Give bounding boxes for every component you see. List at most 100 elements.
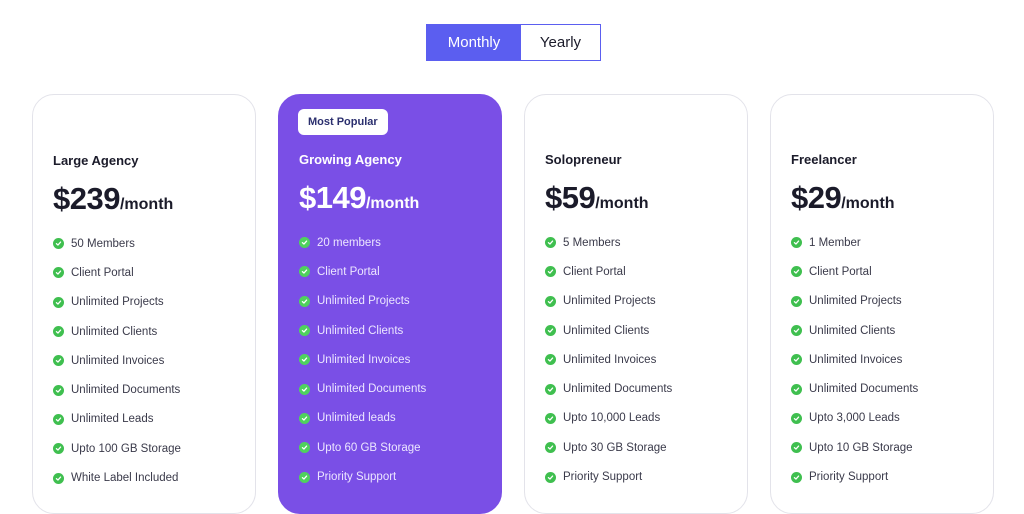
feature-item: Client Portal xyxy=(53,258,245,287)
feature-label: 20 members xyxy=(317,236,381,249)
feature-list: 1 Member Client Portal Unlimited Projects U… xyxy=(791,228,983,492)
feature-item: White Label Included xyxy=(53,463,245,492)
feature-item: Unlimited Projects xyxy=(299,287,491,316)
feature-label: Upto 60 GB Storage xyxy=(317,441,421,454)
feature-list: 20 members Client Portal Unlimited Project… xyxy=(299,228,491,492)
feature-label: 5 Members xyxy=(563,236,621,249)
check-circle-icon xyxy=(545,237,556,249)
check-circle-icon xyxy=(299,325,310,337)
feature-label: Unlimited Leads xyxy=(71,413,154,426)
feature-list: 50 Members Client Portal Unlimited Project… xyxy=(53,229,245,493)
feature-item: Unlimited Leads xyxy=(53,405,245,434)
check-circle-icon xyxy=(53,296,64,308)
check-circle-icon xyxy=(53,384,64,396)
feature-label: Client Portal xyxy=(317,265,380,278)
feature-label: Unlimited Documents xyxy=(809,383,919,396)
feature-item: Unlimited Documents xyxy=(545,374,737,403)
feature-item: Unlimited leads xyxy=(299,404,491,433)
price-amount: $59 xyxy=(545,180,596,215)
feature-item: Upto 100 GB Storage xyxy=(53,434,245,463)
feature-label: Unlimited Invoices xyxy=(563,353,657,366)
plan-price: $239/month xyxy=(53,181,173,217)
feature-item: Priority Support xyxy=(545,462,737,491)
feature-item: 1 Member xyxy=(791,228,983,257)
check-circle-icon xyxy=(791,471,802,483)
plan-name: Freelancer xyxy=(791,152,857,167)
feature-label: Unlimited Invoices xyxy=(809,353,903,366)
feature-label: Upto 3,000 Leads xyxy=(809,412,900,425)
check-circle-icon xyxy=(299,354,310,366)
check-circle-icon xyxy=(299,266,310,278)
check-circle-icon xyxy=(545,295,556,307)
feature-item: Client Portal xyxy=(299,257,491,286)
check-circle-icon xyxy=(53,238,64,250)
feature-label: Unlimited Projects xyxy=(809,295,902,308)
check-circle-icon xyxy=(791,442,802,454)
check-circle-icon xyxy=(53,443,64,455)
feature-item: Unlimited Clients xyxy=(299,316,491,345)
feature-label: Unlimited Projects xyxy=(563,295,656,308)
feature-item: Unlimited Projects xyxy=(545,287,737,316)
price-amount: $239 xyxy=(53,181,120,216)
price-period: /month xyxy=(595,195,649,212)
check-circle-icon xyxy=(545,442,556,454)
check-circle-icon xyxy=(299,383,310,395)
monthly-toggle-button[interactable]: Monthly xyxy=(427,25,521,60)
feature-label: Unlimited Invoices xyxy=(71,354,165,367)
feature-label: Upto 100 GB Storage xyxy=(71,442,181,455)
feature-item: Unlimited Invoices xyxy=(791,345,983,374)
feature-label: Unlimited Documents xyxy=(71,384,181,397)
check-circle-icon xyxy=(53,413,64,425)
check-circle-icon xyxy=(545,266,556,278)
check-circle-icon xyxy=(791,325,802,337)
pricing-card-large-agency: Large Agency $239/month 50 Members Client… xyxy=(32,94,256,514)
pricing-card-freelancer: Freelancer $29/month 1 Member Client Port… xyxy=(770,94,994,514)
feature-item: Unlimited Projects xyxy=(791,287,983,316)
check-circle-icon xyxy=(791,295,802,307)
feature-item: Upto 3,000 Leads xyxy=(791,404,983,433)
price-amount: $29 xyxy=(791,180,842,215)
check-circle-icon xyxy=(791,383,802,395)
price-period: /month xyxy=(365,195,420,212)
feature-label: Priority Support xyxy=(563,471,643,484)
feature-item: Unlimited Projects xyxy=(53,288,245,317)
feature-label: Unlimited Clients xyxy=(809,324,896,337)
feature-label: 1 Member xyxy=(809,236,861,249)
price-period: /month xyxy=(119,196,174,213)
check-circle-icon xyxy=(791,354,802,366)
price-period: /month xyxy=(841,195,895,212)
check-circle-icon xyxy=(791,266,802,278)
feature-label: Client Portal xyxy=(809,265,872,278)
check-circle-icon xyxy=(545,383,556,395)
feature-label: Upto 10,000 Leads xyxy=(563,412,661,425)
check-circle-icon xyxy=(791,412,802,424)
feature-item: Client Portal xyxy=(545,257,737,286)
feature-item: 5 Members xyxy=(545,228,737,257)
feature-label: Priority Support xyxy=(317,471,397,484)
check-circle-icon xyxy=(299,442,310,454)
feature-label: Unlimited leads xyxy=(317,412,396,425)
pricing-card-growing-agency: Most Popular Growing Agency $149/month 2… xyxy=(278,94,502,514)
check-circle-icon xyxy=(53,355,64,367)
feature-label: Unlimited Clients xyxy=(71,325,158,338)
most-popular-badge: Most Popular xyxy=(298,109,388,135)
feature-list: 5 Members Client Portal Unlimited Projects… xyxy=(545,228,737,492)
feature-label: Unlimited Documents xyxy=(317,383,427,396)
yearly-toggle-button[interactable]: Yearly xyxy=(521,25,600,60)
check-circle-icon xyxy=(545,325,556,337)
check-circle-icon xyxy=(299,471,310,483)
plan-price: $29/month xyxy=(791,180,895,216)
feature-label: Priority Support xyxy=(809,471,889,484)
feature-item: Unlimited Documents xyxy=(299,374,491,403)
feature-item: Unlimited Documents xyxy=(791,374,983,403)
check-circle-icon xyxy=(53,267,64,279)
feature-label: White Label Included xyxy=(71,472,179,485)
feature-item: Upto 10,000 Leads xyxy=(545,404,737,433)
feature-label: Upto 30 GB Storage xyxy=(563,441,667,454)
billing-toggle: Monthly Yearly xyxy=(426,24,601,61)
feature-item: 20 members xyxy=(299,228,491,257)
feature-item: 50 Members xyxy=(53,229,245,258)
feature-label: Unlimited Invoices xyxy=(317,353,411,366)
feature-label: 50 Members xyxy=(71,237,135,250)
plan-price: $149/month xyxy=(299,180,419,216)
